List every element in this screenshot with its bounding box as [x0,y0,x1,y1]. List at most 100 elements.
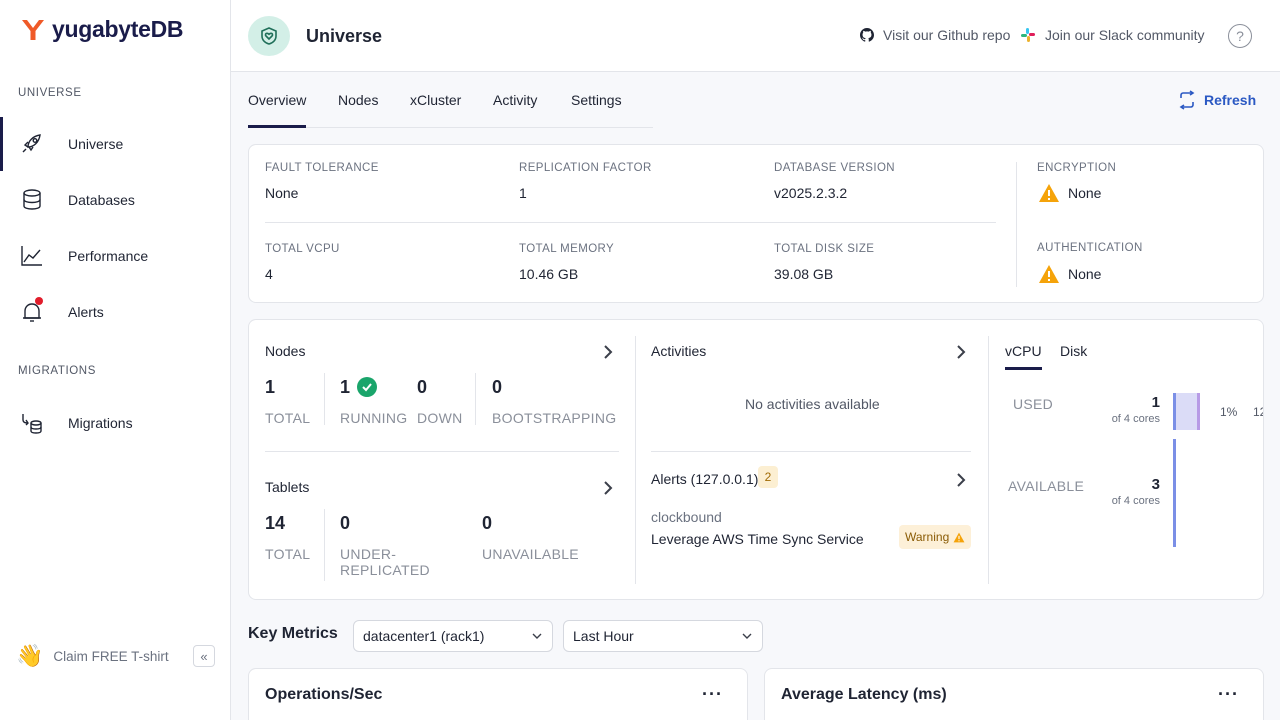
time-range-select[interactable]: Last Hour [563,620,763,652]
total-memory-label: TOTAL MEMORY [519,243,615,255]
divider [1016,162,1017,287]
nodes-total-label: TOTAL [265,410,311,426]
metric-card-title: Average Latency (ms) [781,686,947,703]
tab-disk[interactable]: Disk [1060,343,1087,370]
yugabyte-logo-icon [22,19,44,40]
universe-status-card: Nodes 1 TOTAL 1 RUNNING 0 DOWN 0 BOOTSTR… [248,319,1264,600]
more-options-icon[interactable]: ··· [1218,684,1239,705]
tab-settings[interactable]: Settings [571,92,622,128]
database-icon [23,189,41,210]
tablets-unavailable-value: 0 [482,513,493,533]
refresh-button[interactable]: Refresh [1177,90,1256,110]
total-vcpu-label: TOTAL VCPU [265,243,340,255]
chart-line-icon [21,246,42,266]
rocket-icon [22,134,41,153]
tab-xcluster[interactable]: xCluster [410,92,461,128]
warning-triangle-icon [1039,265,1059,283]
check-circle-icon [357,377,377,397]
heart-shield-icon [261,27,277,45]
available-sub: of 4 cores [1111,495,1160,507]
top-header: Universe Visit our Github repo Join our … [231,0,1280,72]
tablets-title: Tablets [265,479,310,495]
used-percent-secondary: 12 [1253,405,1263,419]
chevron-right-icon[interactable] [603,345,613,359]
question-circle-icon: ? [1236,28,1244,44]
sidebar-item-universe[interactable]: Universe [0,117,230,171]
brand-logo[interactable]: yugabyteDB [20,16,184,43]
warning-badge: Warning [899,525,972,549]
refresh-icon [1179,90,1195,110]
chevron-down-icon [532,633,542,639]
sidebar-item-migrations[interactable]: Migrations [0,396,230,450]
warning-badge-label: Warning [905,530,950,544]
fault-tolerance-value: None [265,185,299,201]
divider [635,336,636,584]
alerts-title: Alerts (127.0.0.1) [651,471,759,487]
used-percent: 1% [1220,405,1238,419]
github-link-label: Visit our Github repo [883,27,1011,43]
used-bar-fill-right [1197,393,1200,430]
nodes-down-label: DOWN [417,410,463,426]
sidebar-item-databases[interactable]: Databases [0,173,230,227]
sidebar-item-label: Alerts [68,304,104,320]
metric-card-title: Operations/Sec [265,686,383,703]
activities-empty-message: No activities available [745,396,880,412]
used-value: 1 [1151,394,1160,411]
page-title: Universe [306,26,383,46]
sidebar-section-universe: UNIVERSE [18,87,82,99]
sidebar-item-label: Databases [68,192,135,208]
used-bar-fill-left [1173,393,1176,430]
tab-activity[interactable]: Activity [493,92,537,128]
sidebar-item-label: Universe [68,136,124,152]
github-link[interactable]: Visit our Github repo [860,27,1010,43]
chevron-right-icon[interactable] [956,345,966,359]
double-chevron-left-icon: « [200,648,208,664]
used-sub: of 4 cores [1111,413,1160,425]
metric-card-operations: Operations/Sec ··· [248,668,748,720]
sidebar: yugabyteDB UNIVERSE Universe Databases P… [0,0,231,720]
help-button[interactable]: ? [1228,24,1252,48]
tab-vcpu[interactable]: vCPU [1005,343,1042,370]
waving-hand-icon: 👋 [16,643,44,668]
claim-tshirt-label: Claim FREE T-shirt [53,648,169,664]
chevron-right-icon[interactable] [956,473,966,487]
divider [324,509,325,581]
database-version-label: DATABASE VERSION [774,162,896,174]
divider [265,222,996,223]
time-range-select-value: Last Hour [573,628,634,644]
tab-nodes[interactable]: Nodes [338,92,378,128]
universe-summary-card: FAULT TOLERANCE None REPLICATION FACTOR … [248,144,1264,303]
alert-message[interactable]: Leverage AWS Time Sync Service [651,531,864,547]
more-options-icon[interactable]: ··· [702,684,723,705]
authentication-label: AUTHENTICATION [1037,242,1143,254]
claim-tshirt-link[interactable]: 👋 Claim FREE T-shirt [16,642,169,670]
collapse-sidebar-button[interactable]: « [193,645,215,667]
used-bar [1173,393,1200,430]
tablets-under-replicated-value: 0 [340,513,351,533]
slack-link[interactable]: Join our Slack community [1020,27,1205,43]
chevron-right-icon[interactable] [603,481,613,495]
total-disk-value: 39.08 GB [774,266,834,282]
divider [651,451,971,452]
nodes-running-label: RUNNING [340,410,408,426]
github-icon [860,28,874,42]
migrations-icon [22,414,42,434]
sidebar-item-alerts[interactable]: Alerts [0,285,230,339]
region-select-value: datacenter1 (rack1) [363,628,485,644]
region-select[interactable]: datacenter1 (rack1) [353,620,553,652]
tablets-total-value: 14 [265,513,286,533]
notification-dot [35,297,43,305]
tablets-under-replicated-label-2: REPLICATED [340,562,430,578]
tab-overview[interactable]: Overview [248,92,307,128]
sidebar-item-performance[interactable]: Performance [0,229,230,283]
metric-card-latency: Average Latency (ms) ··· [764,668,1264,720]
warning-triangle-icon [1039,184,1059,202]
sidebar-item-label: Migrations [68,415,133,431]
key-metrics-title: Key Metrics [248,625,338,642]
universe-tabs: Overview Nodes xCluster Activity Setting… [248,86,653,128]
refresh-label: Refresh [1204,92,1257,108]
alert-source: clockbound [651,509,722,525]
total-memory-value: 10.46 GB [519,266,579,282]
encryption-value: None [1068,185,1102,201]
activities-title: Activities [651,343,707,359]
